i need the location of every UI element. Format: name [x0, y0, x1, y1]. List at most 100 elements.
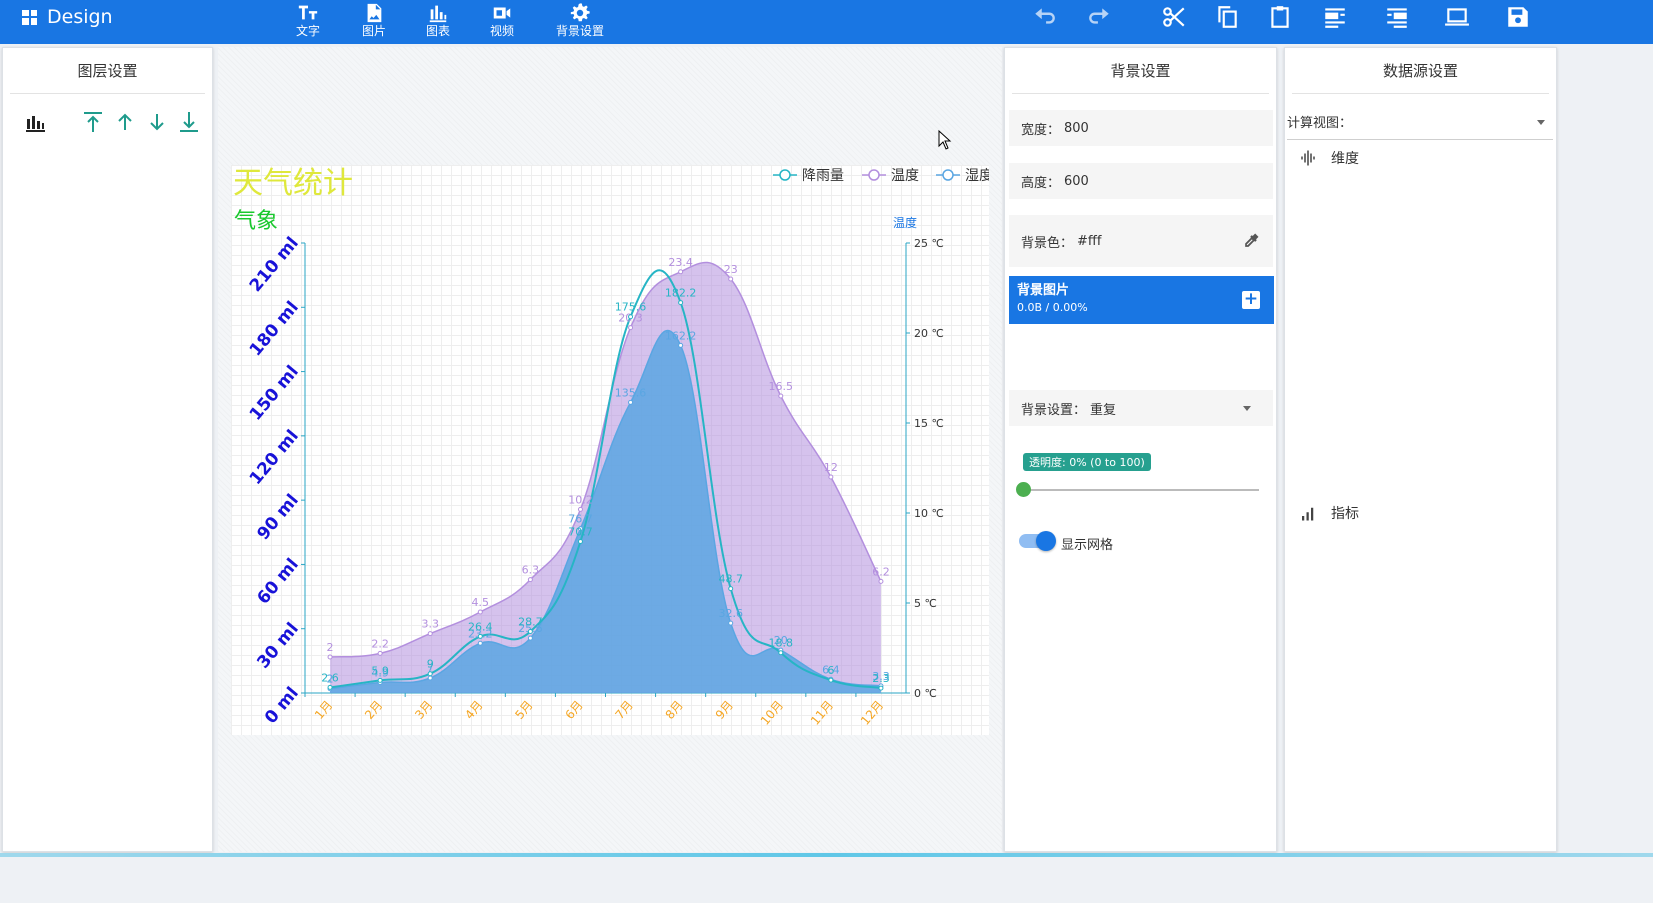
laptop-icon: [1445, 8, 1469, 26]
data-point: [377, 650, 383, 656]
move-to-bottom-button[interactable]: [177, 110, 201, 138]
data-point: [828, 677, 834, 683]
data-point: [527, 629, 533, 634]
text-tool-button[interactable]: 文字: [296, 2, 320, 39]
image-tool-label: 图片: [362, 24, 387, 38]
opacity-slider-track[interactable]: [1023, 489, 1259, 491]
copy-icon: [1218, 6, 1237, 28]
x-axis-tick-label: 12月: [858, 698, 886, 728]
data-label: 6.3: [522, 564, 540, 577]
x-axis-tick-label: 9月: [713, 698, 736, 722]
data-label: 6.2: [872, 565, 890, 578]
data-point: [628, 314, 634, 320]
data-label: 12: [824, 461, 838, 474]
preview-button[interactable]: [1444, 4, 1470, 30]
video-tool-label: 视频: [490, 24, 515, 38]
align-right-button[interactable]: [1384, 4, 1410, 30]
dimension-section: 维度: [1299, 148, 1359, 168]
paste-button[interactable]: [1267, 4, 1293, 30]
add-image-icon[interactable]: +: [1242, 291, 1260, 309]
data-label: 48.7: [718, 573, 743, 586]
bar-chart-icon: [429, 5, 447, 23]
move-down-button[interactable]: [145, 110, 169, 138]
redo-button[interactable]: [1086, 4, 1112, 30]
cut-button[interactable]: [1161, 4, 1187, 30]
arrow-up-icon: [118, 113, 132, 130]
data-label: 2.2: [371, 637, 389, 650]
data-point: [427, 631, 433, 637]
width-field[interactable]: 宽度： 800: [1009, 110, 1273, 146]
opacity-badge: 透明度: 0% (0 to 100): [1023, 453, 1151, 471]
chart-title: 天气统计: [233, 166, 353, 201]
data-source-title: 数据源设置: [1292, 48, 1549, 94]
align-left-icon: [1325, 8, 1345, 28]
mouse-cursor-icon: [938, 130, 952, 150]
left-axis-tick-label: 150 ml: [246, 362, 303, 425]
right-axis-tick-label: 5 ℃: [914, 597, 937, 610]
bg-settings-title: 背景设置: [1012, 48, 1269, 94]
data-point: [527, 635, 533, 641]
left-axis-tick-label: 180 ml: [246, 298, 303, 361]
data-point: [778, 393, 784, 399]
show-grid-toggle[interactable]: [1019, 531, 1056, 551]
legend-label: 湿度: [965, 168, 989, 184]
app-brand: Design: [22, 4, 113, 30]
eyedropper-icon[interactable]: [1241, 231, 1261, 251]
data-label: 32.6: [718, 607, 743, 620]
background-settings-panel: 背景设置 宽度： 800 高度： 600 背景色： #fff 背景图片 0.0B…: [1004, 47, 1277, 852]
data-point: [678, 269, 684, 275]
left-axis-tick-label: 0 ml: [261, 683, 303, 727]
compute-view-select[interactable]: 计算视图：: [1287, 104, 1553, 140]
data-point: [477, 609, 483, 615]
bottom-accent-line: [0, 853, 1653, 857]
data-point: [377, 677, 383, 683]
x-axis-tick-label: 8月: [663, 698, 686, 722]
bg-settings-tool-button[interactable]: 背景设置: [556, 2, 604, 39]
app-title: Design: [47, 6, 113, 28]
height-label: 高度：: [1021, 175, 1061, 191]
data-label: 9: [427, 658, 434, 671]
data-label: 3.3: [421, 618, 439, 631]
data-point: [828, 474, 834, 480]
legend-marker: [868, 169, 880, 181]
chart-tool-button[interactable]: 图表: [426, 2, 450, 39]
right-axis-tick-label: 20 ℃: [914, 327, 944, 340]
top-bar: Design 文字 图片 图表 视频 背景设置: [0, 0, 1653, 44]
move-to-top-button[interactable]: [81, 110, 105, 138]
opacity-slider-thumb[interactable]: [1016, 482, 1031, 497]
bg-settings-tool-label: 背景设置: [556, 24, 605, 38]
bg-image-upload[interactable]: 背景图片 0.0B / 0.00% +: [1009, 276, 1274, 324]
undo-button[interactable]: [1032, 4, 1058, 30]
video-tool-button[interactable]: 视频: [490, 2, 514, 39]
bg-image-title: 背景图片: [1017, 283, 1070, 298]
data-label: 76.7: [568, 513, 593, 526]
height-value: 600: [1064, 173, 1089, 189]
save-icon: [1508, 7, 1528, 27]
bg-repeat-value: 重复: [1090, 402, 1117, 418]
arrow-down-icon: [150, 114, 164, 131]
chart-tool-label: 图表: [426, 24, 451, 38]
chart-layer-item[interactable]: [23, 110, 47, 138]
data-point: [678, 342, 684, 348]
x-axis-tick-label: 11月: [808, 698, 836, 728]
height-field[interactable]: 高度： 600: [1009, 163, 1273, 199]
align-left-button[interactable]: [1322, 4, 1348, 30]
metric-label: 指标: [1331, 506, 1359, 522]
data-point: [577, 506, 583, 512]
copy-button[interactable]: [1214, 4, 1240, 30]
data-label: 18.8: [769, 637, 794, 650]
data-label: 70.7: [568, 526, 593, 539]
bg-color-value: #fff: [1077, 233, 1102, 249]
video-camera-icon: [493, 7, 511, 19]
bg-color-field[interactable]: 背景色： #fff: [1009, 215, 1273, 267]
image-tool-button[interactable]: 图片: [362, 2, 386, 39]
width-value: 800: [1064, 120, 1089, 136]
save-button[interactable]: [1505, 4, 1531, 30]
move-up-button[interactable]: [113, 110, 137, 138]
data-point: [477, 633, 483, 639]
data-label: 2.6: [321, 671, 339, 684]
bg-repeat-select[interactable]: 背景设置： 重复: [1009, 390, 1273, 426]
data-label: 10.2: [568, 493, 593, 506]
data-label: 182.2: [665, 287, 697, 300]
weather-chart[interactable]: 0 ml 30 ml 60 ml 90 ml 120 ml 150 ml 180 ml 210…: [231, 165, 989, 735]
